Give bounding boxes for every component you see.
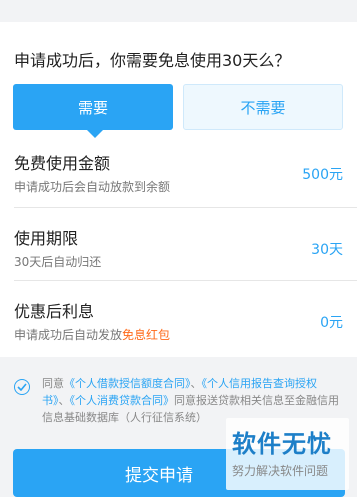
row-term-label: 使用期限 — [14, 229, 79, 248]
contract-link-credit[interactable]: 《个人借款授信额度合同》 — [64, 377, 191, 390]
row-amount-label: 免费使用金额 — [14, 154, 111, 173]
row-interest-sub: 申请成功后自动发放免息红包 — [14, 328, 171, 342]
row-term-sub: 30天后自动归还 — [14, 255, 102, 269]
watermark: 软件无忧 努力解决软件问题 — [226, 418, 349, 490]
row-interest-label: 优惠后利息 — [14, 302, 95, 321]
row-interest-value: 0元 — [320, 315, 343, 331]
contract-link-loan[interactable]: 《个人消费贷款合同》 — [70, 394, 175, 407]
divider — [14, 280, 357, 281]
option-no-need-button[interactable]: 不需要 — [183, 84, 343, 130]
watermark-title: 软件无忧 — [232, 430, 332, 458]
row-term-value: 30天 — [311, 242, 343, 258]
coupon-highlight: 免息红包 — [122, 328, 171, 342]
question-title: 申请成功后，你需要免息使用30天么？ — [14, 51, 291, 70]
option-need-button[interactable]: 需要 — [13, 84, 173, 138]
check-circle-icon[interactable] — [14, 379, 30, 395]
row-amount-sub: 申请成功后会自动放款到余额 — [14, 180, 171, 194]
watermark-subtitle: 努力解决软件问题 — [232, 464, 329, 478]
row-amount-value: 500元 — [302, 167, 343, 183]
apply-card: 申请成功后，你需要免息使用30天么？ 需要 不需要 免费使用金额 申请成功后会自… — [0, 22, 357, 357]
divider — [14, 207, 357, 208]
top-spacer — [0, 0, 357, 22]
